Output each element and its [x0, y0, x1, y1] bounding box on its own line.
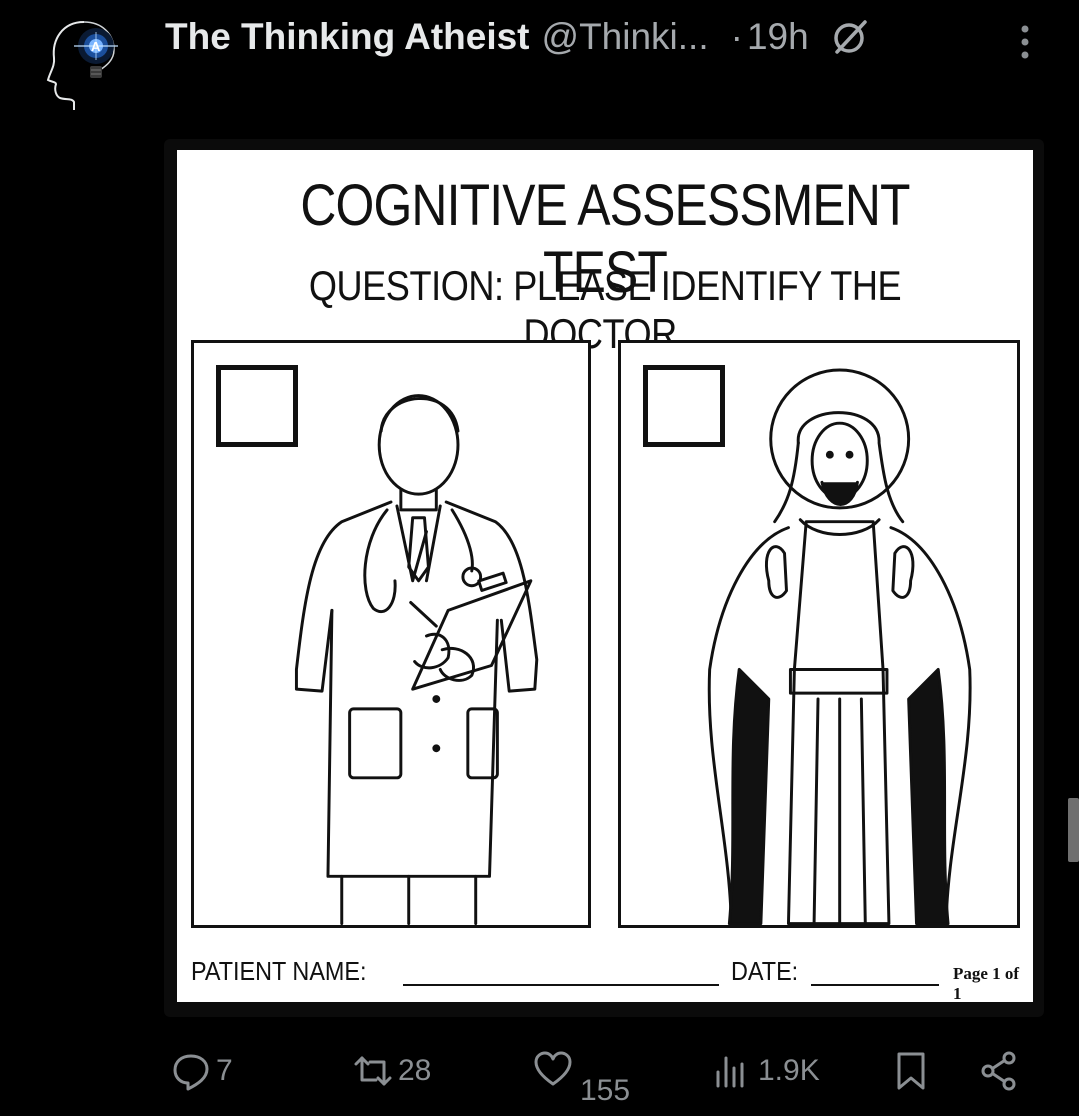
separator-dot: ·	[730, 16, 743, 57]
grok-icon[interactable]	[827, 14, 873, 60]
reply-button[interactable]: 7	[170, 1050, 233, 1092]
page-label: Page 1 of 1	[953, 964, 1020, 1003]
doctor-illustration	[294, 394, 539, 925]
views-count: 1.9K	[758, 1054, 820, 1087]
like-button[interactable]: 155	[532, 1048, 630, 1107]
post-header: The Thinking Atheist @Thinki... · 19h	[165, 12, 873, 62]
repost-button[interactable]: 28	[352, 1050, 431, 1092]
jesus-panel	[618, 340, 1020, 928]
svg-text:A: A	[91, 39, 101, 54]
more-vertical-icon[interactable]	[1013, 20, 1037, 64]
post-time[interactable]: 19h	[747, 16, 809, 58]
doctor-panel	[191, 340, 591, 928]
patient-name-line	[403, 984, 719, 986]
like-count: 155	[580, 1074, 631, 1107]
avatar[interactable]: A	[44, 18, 130, 112]
repost-count: 28	[398, 1054, 432, 1087]
atheist-logo-head-icon: A	[46, 21, 118, 110]
author-name[interactable]: The Thinking Atheist	[165, 16, 530, 58]
reply-count: 7	[216, 1054, 233, 1087]
bookmark-button[interactable]	[890, 1050, 932, 1092]
repost-icon	[354, 1056, 392, 1086]
sheet-footer: PATIENT NAME: DATE: Page 1 of 1	[191, 948, 1021, 1003]
jesus-illustration	[707, 368, 972, 925]
heart-icon	[534, 1051, 572, 1086]
date-label: DATE:	[731, 956, 799, 986]
views-chart-icon	[716, 1056, 744, 1088]
assessment-sheet-image[interactable]: COGNITIVE ASSESSMENT TEST QUESTION: PLEA…	[177, 150, 1033, 1003]
scrollbar[interactable]	[1068, 798, 1079, 862]
bookmark-icon	[897, 1052, 925, 1090]
action-bar: 7 28 155 1.9K	[0, 1040, 1079, 1110]
patient-name-label: PATIENT NAME:	[191, 956, 367, 986]
author-handle[interactable]: @Thinki...	[542, 16, 709, 58]
date-line	[811, 984, 939, 986]
share-icon	[981, 1051, 1016, 1091]
views-button[interactable]: 1.9K	[712, 1050, 820, 1092]
reply-icon	[173, 1054, 209, 1091]
share-button[interactable]	[978, 1050, 1020, 1092]
